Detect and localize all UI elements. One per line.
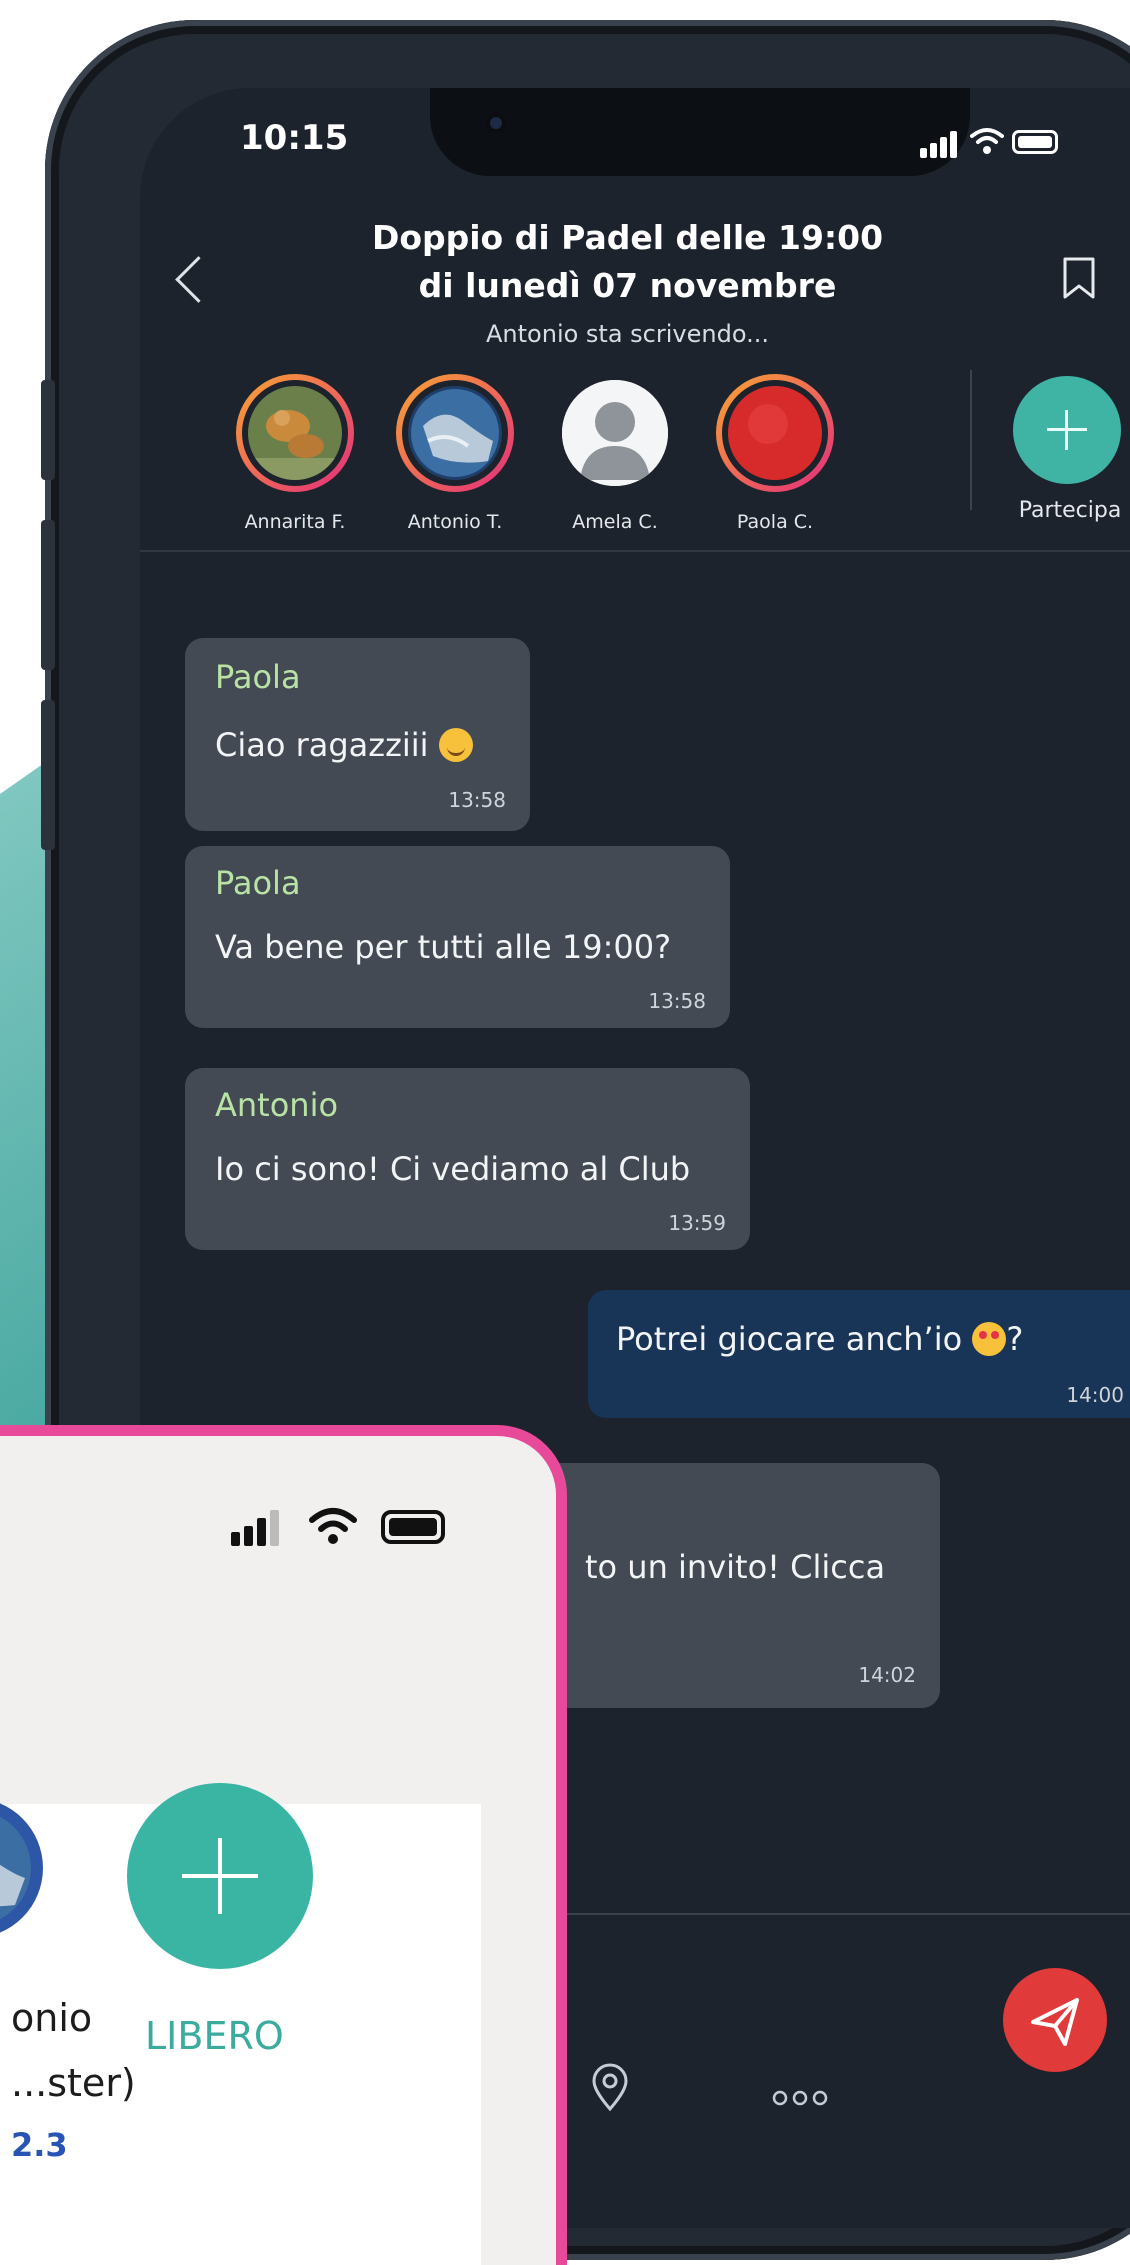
default-user-icon (562, 380, 668, 486)
message-time: 14:00 (1066, 1383, 1124, 1407)
participant-avatar-amela[interactable] (556, 374, 674, 492)
message-text: to un invito! Clicca (585, 1548, 886, 1586)
send-paper-plane-icon (1031, 1998, 1079, 2046)
message-bubble: Paola Ciao ragazziii 13:58 (185, 638, 530, 831)
add-player-button[interactable] (127, 1783, 313, 1969)
message-sender: Antonio (215, 1086, 339, 1124)
header-separator (140, 550, 1130, 552)
phone-volume-up-button (41, 520, 55, 670)
wifi-icon (309, 1508, 357, 1544)
camera (485, 112, 507, 134)
wifi-icon (970, 128, 1004, 154)
player-role: ...ster) (11, 2061, 136, 2105)
send-button[interactable] (1003, 1968, 1107, 2072)
participant-avatar-antonio[interactable] (396, 374, 514, 492)
battery-icon (381, 1510, 445, 1544)
free-slot-label: LIBERO (145, 2014, 284, 2058)
stage: 10:15 Doppio di Padel delle 19:00 di lun… (0, 0, 1130, 2265)
message-time: 13:59 (668, 1211, 726, 1235)
message-text: Ciao ragazziii (215, 726, 473, 764)
avatar-photo-dogs (248, 386, 342, 480)
join-button[interactable] (1013, 376, 1121, 484)
message-time: 14:02 (858, 1663, 916, 1687)
bookmark-icon[interactable] (1062, 256, 1096, 300)
message-bubble: Antonio Io ci sono! Ci vediamo al Club 1… (185, 1068, 750, 1250)
message-time: 13:58 (648, 989, 706, 1013)
participant-name-antonio: Antonio T. (407, 511, 503, 533)
more-dots-icon[interactable] (770, 2088, 830, 2108)
participant-name-paola: Paola C. (736, 511, 814, 533)
typing-indicator: Antonio sta scrivendo... (486, 320, 769, 348)
message-bubble: Paola Va bene per tutti alle 19:00? 13:5… (185, 846, 730, 1028)
join-label: Partecipa (1018, 498, 1122, 523)
smiling-emoji-icon (438, 728, 473, 762)
phone-volume-down-button (41, 700, 55, 850)
card-status-icons (231, 1506, 471, 1546)
player-level: 2.3 (11, 2126, 68, 2164)
message-sender: Paola (215, 658, 301, 696)
participant-avatar-paola[interactable] (716, 374, 834, 492)
message-sender: Paola (215, 864, 301, 902)
message-text-content: Potrei giocare anch’io (616, 1320, 963, 1358)
message-text-content: Ciao ragazziii (215, 726, 429, 764)
message-text: Potrei giocare anch’io ? (616, 1320, 1023, 1358)
heart-eyes-emoji-icon (972, 1322, 1007, 1356)
message-time: 13:58 (448, 788, 506, 812)
location-pin-icon[interactable] (590, 2063, 630, 2113)
participant-name-annarita: Annarita F. (244, 511, 346, 533)
message-text: Va bene per tutti alle 19:00? (215, 928, 672, 966)
avatar-photo-earth (0, 1810, 31, 1926)
phone-side-button (41, 380, 55, 480)
notch (430, 88, 970, 176)
chat-title-line1: Doppio di Padel delle 19:00 (371, 218, 884, 257)
avatar-photo-red (728, 386, 822, 480)
battery-icon (1012, 130, 1058, 154)
overlay-phone-card: onio ...ster) 2.3 LIBERO (0, 1425, 567, 2265)
participant-name-amela: Amela C. (572, 511, 658, 533)
message-text-suffix: ? (1006, 1320, 1024, 1358)
chat-title-line2: di lunedì 07 novembre (418, 266, 837, 305)
player-name: onio (11, 1996, 93, 2040)
outgoing-message-bubble: Potrei giocare anch’io ? 14:00 (588, 1290, 1130, 1418)
status-time: 10:15 (240, 118, 349, 158)
header-divider (970, 370, 972, 510)
message-text: Io ci sono! Ci vediamo al Club (215, 1150, 691, 1188)
avatar-photo-earth (408, 386, 502, 480)
participant-avatar-annarita[interactable] (236, 374, 354, 492)
